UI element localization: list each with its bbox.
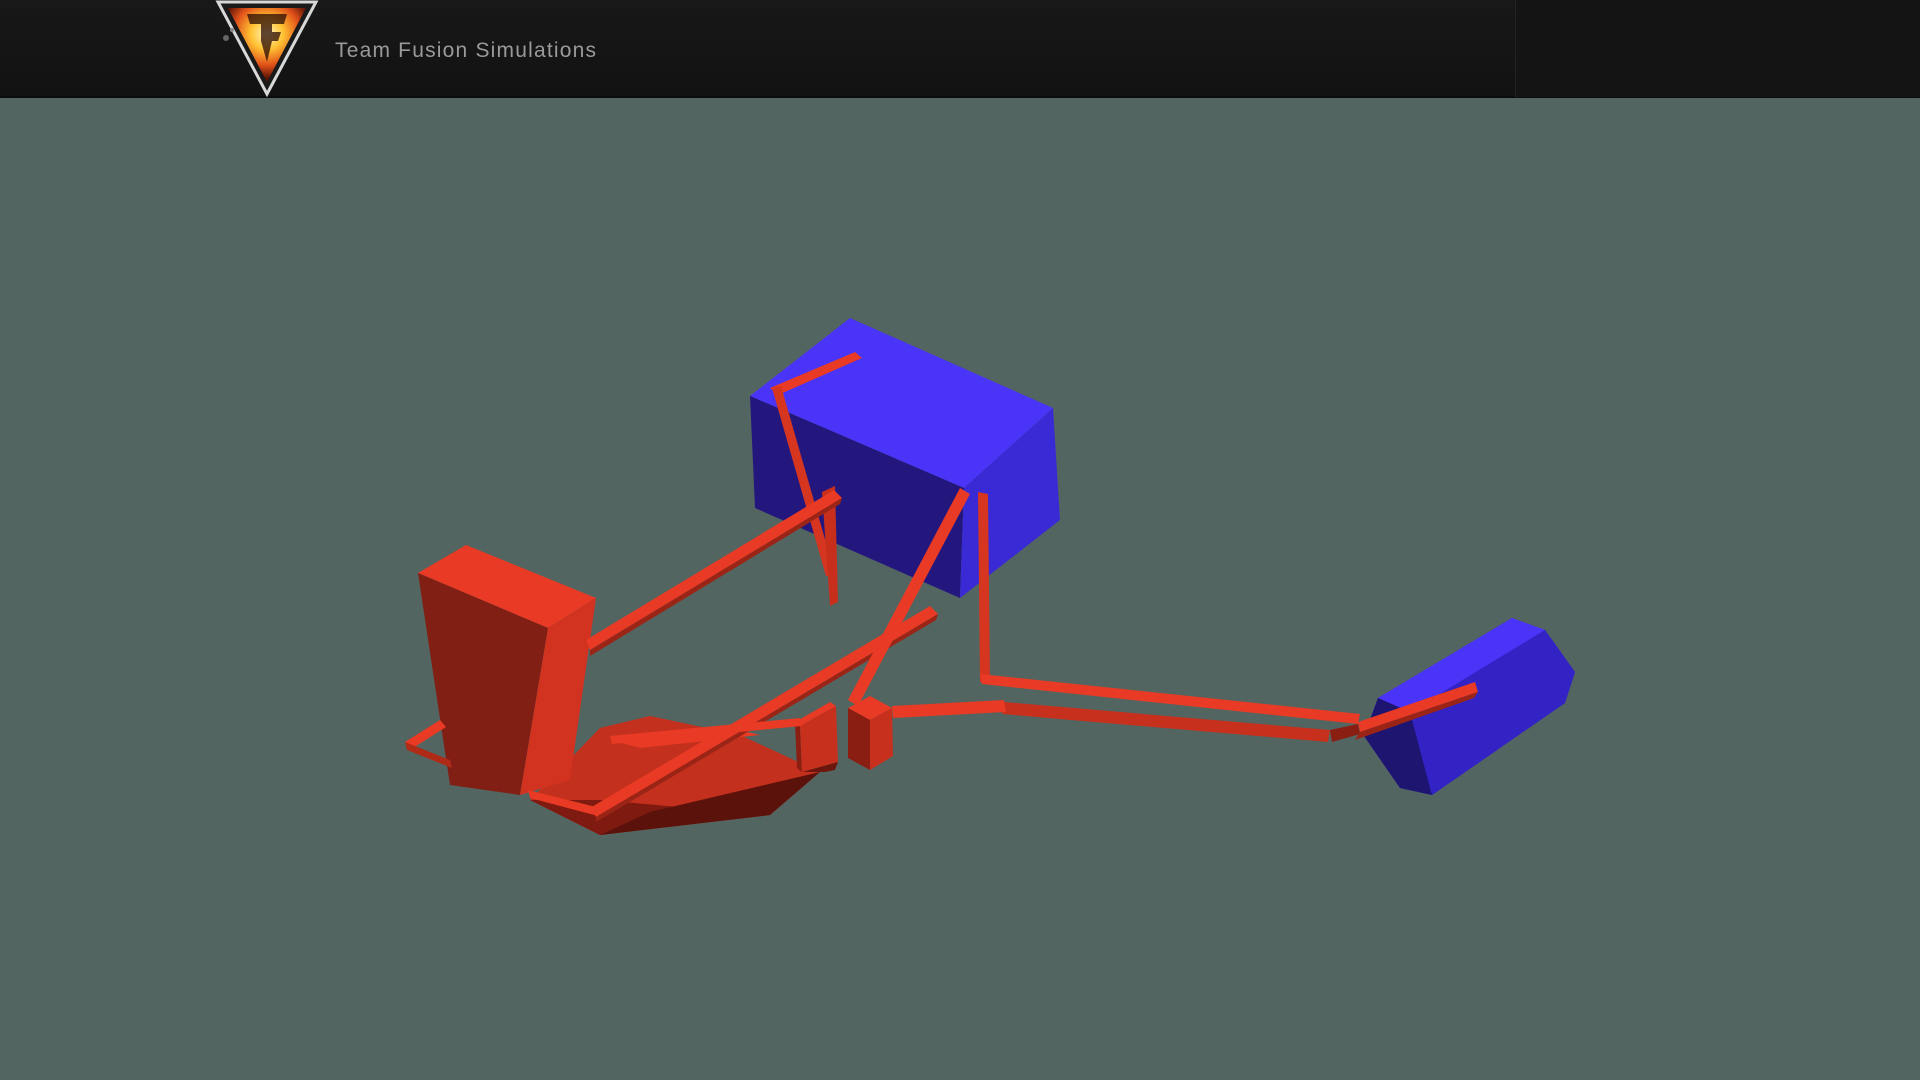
header-right-panel: [1515, 0, 1920, 97]
top-header-bar: Team Fusion Simulations: [0, 0, 1920, 98]
red-pedal-block-1[interactable]: [795, 702, 838, 772]
red-pedal-block-2[interactable]: [848, 696, 893, 770]
tfs-logo-icon[interactable]: [214, 0, 320, 98]
brand-title: Team Fusion Simulations: [335, 39, 598, 62]
red-seat-part[interactable]: [418, 545, 596, 795]
3d-model-scene: [405, 318, 1575, 835]
red-rod-seat-to-box[interactable]: [586, 490, 842, 656]
red-rod-to-cylinder[interactable]: [892, 674, 1360, 742]
blue-cylinder-part[interactable]: [1364, 618, 1575, 795]
3d-viewport[interactable]: [0, 98, 1920, 1080]
